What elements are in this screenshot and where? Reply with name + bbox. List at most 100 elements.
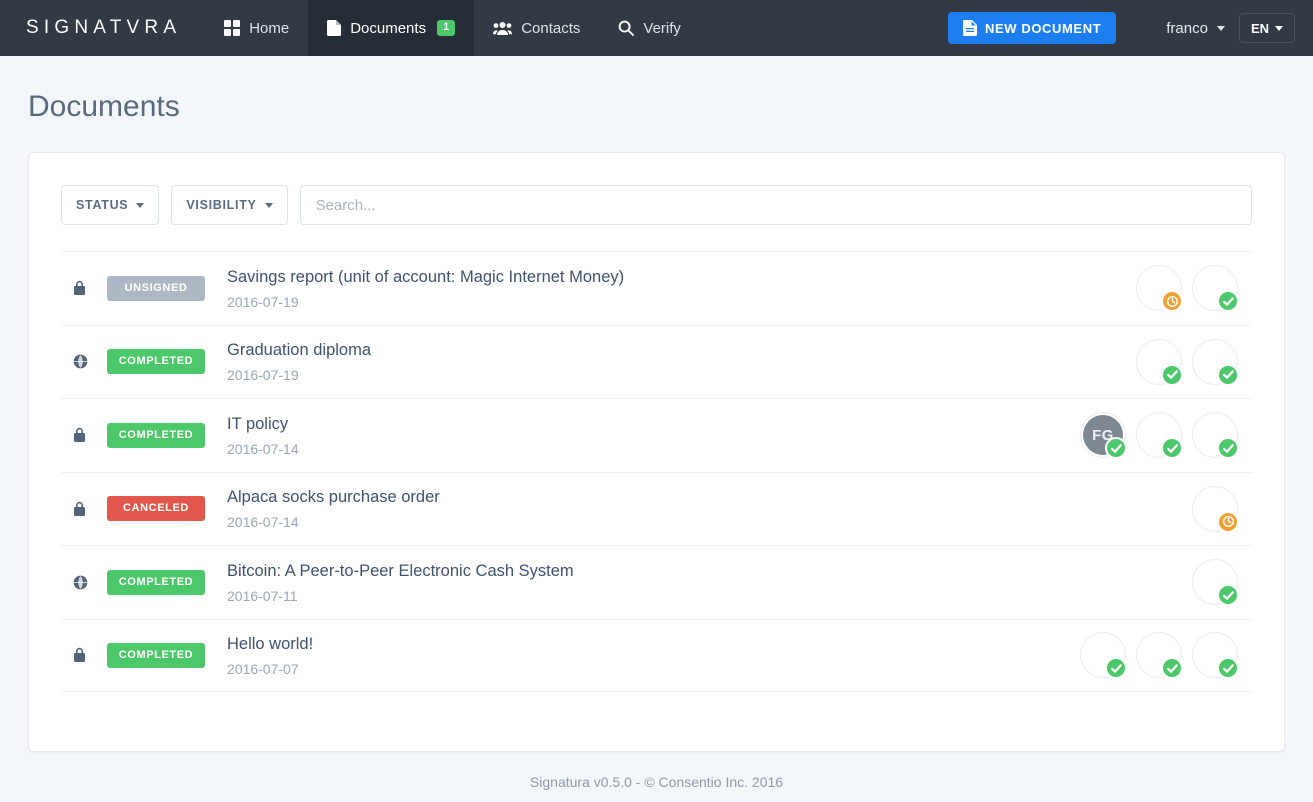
document-row[interactable]: COMPLETED Graduation diploma 2016-07-19 — [61, 325, 1252, 399]
document-title[interactable]: Hello world! — [227, 634, 1080, 655]
document-info: IT policy 2016-07-14 — [227, 414, 1080, 457]
signed-check-icon — [1217, 437, 1239, 459]
document-date: 2016-07-07 — [227, 661, 1080, 677]
document-info: Graduation diploma 2016-07-19 — [227, 340, 1136, 383]
signed-check-icon — [1217, 290, 1239, 312]
navbar: SIGNATVRA Home Documents 1 Contacts Verify N… — [0, 0, 1313, 56]
signer-avatar[interactable] — [1136, 632, 1182, 678]
status-filter-button[interactable]: STATUS — [61, 185, 159, 225]
signer-avatar[interactable] — [1192, 632, 1238, 678]
footer: Signatura v0.5.0 - © Consentio Inc. 2016 — [0, 752, 1313, 790]
file-icon — [327, 20, 341, 36]
username-label: franco — [1166, 20, 1208, 37]
document-date: 2016-07-19 — [227, 367, 1136, 383]
signer-avatar[interactable] — [1080, 632, 1126, 678]
users-icon — [493, 20, 512, 36]
chevron-down-icon — [265, 203, 273, 208]
signer-avatar[interactable] — [1192, 339, 1238, 385]
nav-item-label: Home — [249, 20, 289, 37]
signer-avatar[interactable] — [1192, 412, 1238, 458]
lock-icon — [73, 427, 86, 443]
globe-icon — [73, 354, 88, 369]
signer-avatar[interactable]: FG — [1080, 412, 1126, 458]
signers-list — [1080, 632, 1248, 678]
nav-item-label: Contacts — [521, 20, 580, 37]
document-date: 2016-07-14 — [227, 441, 1080, 457]
signed-check-icon — [1217, 657, 1239, 679]
signer-avatar[interactable] — [1136, 412, 1182, 458]
chevron-down-icon — [1275, 26, 1283, 31]
signed-check-icon — [1105, 437, 1127, 459]
nav-item-home[interactable]: Home — [205, 0, 308, 56]
signers-list: FG — [1080, 412, 1248, 458]
language-label: EN — [1251, 21, 1269, 36]
new-document-button[interactable]: NEW DOCUMENT — [948, 12, 1116, 44]
page-title: Documents — [0, 56, 1313, 124]
visibility-indicator — [73, 427, 107, 443]
language-button[interactable]: EN — [1239, 13, 1295, 43]
signed-check-icon — [1105, 657, 1127, 679]
document-title[interactable]: Alpaca socks purchase order — [227, 487, 1192, 508]
search-input[interactable] — [300, 185, 1252, 225]
status-badge: COMPLETED — [107, 423, 205, 448]
document-row[interactable]: COMPLETED Hello world! 2016-07-07 — [61, 619, 1252, 693]
signer-avatar[interactable] — [1192, 559, 1238, 605]
lock-icon — [73, 280, 86, 296]
document-title[interactable]: Graduation diploma — [227, 340, 1136, 361]
status-badge: UNSIGNED — [107, 276, 205, 301]
signer-avatar[interactable] — [1192, 486, 1238, 532]
visibility-indicator — [73, 575, 107, 590]
document-row[interactable]: UNSIGNED Savings report (unit of account:… — [61, 251, 1252, 325]
signed-check-icon — [1217, 364, 1239, 386]
visibility-indicator — [73, 280, 107, 296]
navbar-right: NEW DOCUMENT franco EN — [948, 0, 1313, 56]
visibility-indicator — [73, 501, 107, 517]
lock-icon — [73, 501, 86, 517]
document-date: 2016-07-11 — [227, 588, 1192, 604]
status-filter-label: STATUS — [76, 198, 128, 212]
nav-item-label: Documents — [350, 20, 426, 37]
document-row[interactable]: CANCELED Alpaca socks purchase order 2016-… — [61, 472, 1252, 546]
file-plus-icon — [963, 20, 977, 36]
visibility-indicator — [73, 647, 107, 663]
signer-avatar[interactable] — [1136, 265, 1182, 311]
signed-check-icon — [1217, 584, 1239, 606]
signer-avatar[interactable] — [1192, 265, 1238, 311]
document-date: 2016-07-14 — [227, 514, 1192, 530]
status-badge: CANCELED — [107, 496, 205, 521]
signed-check-icon — [1161, 364, 1183, 386]
visibility-filter-button[interactable]: VISIBILITY — [171, 185, 287, 225]
document-title[interactable]: Savings report (unit of account: Magic I… — [227, 267, 1136, 288]
status-badge: COMPLETED — [107, 349, 205, 374]
signers-list — [1192, 559, 1248, 605]
nav-item-documents[interactable]: Documents 1 — [308, 0, 474, 56]
user-menu[interactable]: franco — [1130, 15, 1225, 42]
signers-list — [1136, 339, 1248, 385]
nav-item-label: Verify — [643, 20, 681, 37]
nav-item-contacts[interactable]: Contacts — [474, 0, 599, 56]
document-info: Savings report (unit of account: Magic I… — [227, 267, 1136, 310]
nav-item-badge: 1 — [437, 20, 455, 36]
status-badge: COMPLETED — [107, 643, 205, 668]
chevron-down-icon — [1217, 26, 1225, 31]
visibility-filter-label: VISIBILITY — [186, 198, 256, 212]
document-info: Bitcoin: A Peer-to-Peer Electronic Cash … — [227, 561, 1192, 604]
signed-check-icon — [1161, 437, 1183, 459]
document-title[interactable]: Bitcoin: A Peer-to-Peer Electronic Cash … — [227, 561, 1192, 582]
signers-list — [1192, 486, 1248, 532]
document-info: Alpaca socks purchase order 2016-07-14 — [227, 487, 1192, 530]
grid-icon — [224, 20, 240, 36]
avatar — [1130, 15, 1157, 42]
brand-logo[interactable]: SIGNATVRA — [0, 0, 205, 56]
signers-list — [1136, 265, 1248, 311]
signer-avatar[interactable] — [1136, 339, 1182, 385]
search-icon — [618, 20, 634, 36]
documents-card: STATUS VISIBILITY UNSIGNED Savings report… — [28, 152, 1285, 752]
nav-item-verify[interactable]: Verify — [599, 0, 700, 56]
filter-bar: STATUS VISIBILITY — [61, 185, 1252, 225]
document-row[interactable]: COMPLETED IT policy 2016-07-14FG — [61, 398, 1252, 472]
pending-clock-icon — [1217, 511, 1239, 533]
document-title[interactable]: IT policy — [227, 414, 1080, 435]
new-document-label: NEW DOCUMENT — [985, 21, 1101, 36]
document-row[interactable]: COMPLETEDBitcoin: A Peer-to-Peer Electro… — [61, 545, 1252, 619]
